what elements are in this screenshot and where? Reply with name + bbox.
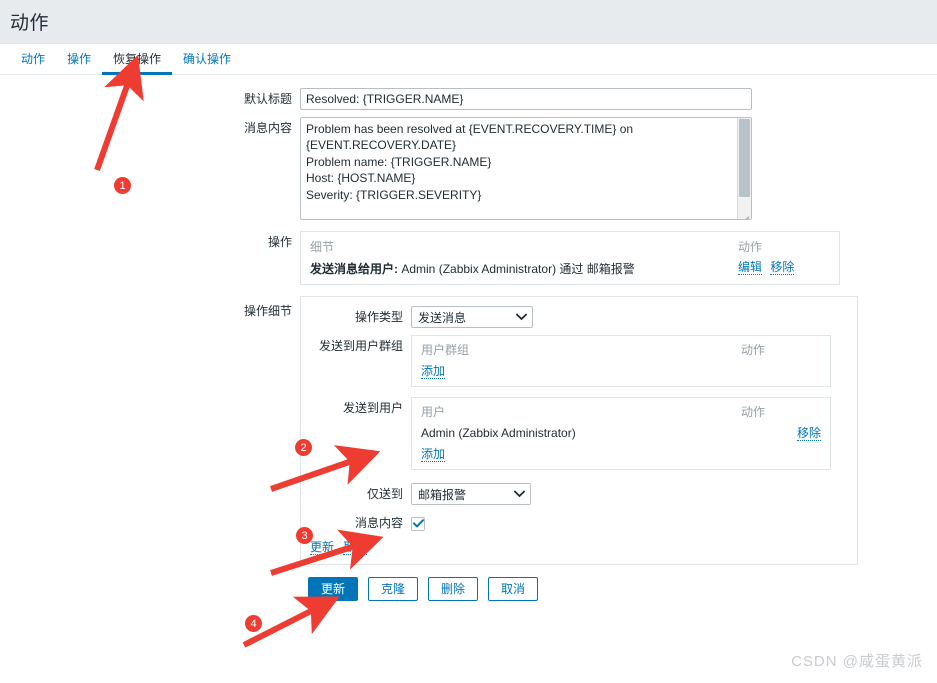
field-send-only-to: 仅送到 邮箱报警 <box>301 483 857 505</box>
chevron-down-icon <box>514 490 525 498</box>
users-empty-cell <box>741 447 821 462</box>
operation-type-select[interactable]: 发送消息 <box>411 306 533 328</box>
operations-col-action: 动作 <box>738 240 763 254</box>
users-add-cell: 添加 <box>421 447 741 462</box>
operation-details-panel: 操作类型 发送消息 发送到用户群组 用户群组 动作 添加 发送到用户 用户 动作… <box>300 296 858 565</box>
page-header: 动作 <box>0 0 937 44</box>
operations-label: 操作 <box>267 235 292 249</box>
annotation-badge-4: 4 <box>245 615 262 632</box>
footer-buttons: 更新 克隆 删除 取消 <box>0 577 937 601</box>
table-row: Admin (Zabbix Administrator) 移除 <box>421 426 821 447</box>
default-subject-label: 默认标题 <box>243 92 292 106</box>
add-user-group-link[interactable]: 添加 <box>421 364 446 379</box>
operations-panel: 细节 动作 发送消息给用户: Admin (Zabbix Administrat… <box>300 231 840 285</box>
operation-details-actions: 更新 取消 <box>301 540 857 555</box>
default-subject-input[interactable] <box>300 88 752 110</box>
delete-button[interactable]: 删除 <box>428 577 479 601</box>
operation-type-label: 操作类型 <box>354 310 403 324</box>
cancel-button[interactable]: 取消 <box>488 577 539 601</box>
field-operations: 操作 细节 动作 发送消息给用户: Admin (Zabbix Administ… <box>0 231 937 285</box>
page-title: 动作 <box>10 13 50 34</box>
user-groups-col-name: 用户群组 <box>421 343 470 357</box>
chevron-down-icon <box>516 313 527 321</box>
field-default-subject: 默认标题 <box>0 88 937 110</box>
operation-type-value: 发送消息 <box>418 310 467 325</box>
user-groups-empty-cell <box>741 364 821 379</box>
operation-detail-rest: Admin (Zabbix Administrator) 通过 邮箱报警 <box>401 262 635 276</box>
edit-link[interactable]: 编辑 <box>738 260 763 275</box>
annotation-arrow-4 <box>242 596 340 648</box>
add-user-link[interactable]: 添加 <box>421 447 446 462</box>
message-content-checkbox[interactable] <box>411 516 425 531</box>
operation-cancel-link[interactable]: 取消 <box>343 540 368 555</box>
tab-acknowledge-operations[interactable]: 确认操作 <box>172 44 242 75</box>
users-col-name: 用户 <box>421 405 446 419</box>
message-textarea[interactable]: Problem has been resolved at {EVENT.RECO… <box>300 117 752 220</box>
users-table: 用户 动作 Admin (Zabbix Administrator) 移除 添加 <box>421 403 821 462</box>
message-textarea-text: Problem has been resolved at {EVENT.RECO… <box>306 122 634 202</box>
operations-table: 细节 动作 发送消息给用户: Admin (Zabbix Administrat… <box>310 238 830 277</box>
operations-col-detail: 细节 <box>310 240 335 254</box>
table-header-row: 用户群组 动作 <box>421 341 821 364</box>
send-only-to-label: 仅送到 <box>366 487 403 501</box>
send-to-users-label: 发送到用户 <box>342 401 403 415</box>
user-name-cell: Admin (Zabbix Administrator) <box>421 426 576 440</box>
watermark: CSDN @咸蛋黄派 <box>791 653 923 670</box>
message-textarea-scroll-thumb[interactable] <box>739 119 750 197</box>
send-only-to-select[interactable]: 邮箱报警 <box>411 483 531 505</box>
user-groups-table: 用户群组 动作 添加 <box>421 341 821 379</box>
user-groups-col-action: 动作 <box>741 343 766 357</box>
table-row: 发送消息给用户: Admin (Zabbix Administrator) 通过… <box>310 260 830 277</box>
tab-operations[interactable]: 操作 <box>56 44 102 75</box>
form-area: 默认标题 消息内容 Problem has been resolved at {… <box>0 75 937 601</box>
remove-link[interactable]: 移除 <box>770 260 795 275</box>
tab-bar: 动作 操作 恢复操作 确认操作 <box>0 44 937 75</box>
operation-detail-bold: 发送消息给用户: <box>310 262 398 276</box>
field-message-content: 消息内容 <box>301 512 857 534</box>
operation-action-cell: 编辑 移除 <box>738 260 830 277</box>
operation-update-link[interactable]: 更新 <box>310 540 335 555</box>
field-send-to-users: 发送到用户 用户 动作 Admin (Zabbix Administrator) <box>301 397 857 470</box>
field-send-to-user-groups: 发送到用户群组 用户群组 动作 添加 <box>301 335 857 387</box>
remove-user-link[interactable]: 移除 <box>796 426 821 441</box>
message-label: 消息内容 <box>243 121 292 135</box>
users-col-action: 动作 <box>741 405 766 419</box>
resize-grip-icon[interactable] <box>739 207 750 219</box>
field-message: 消息内容 Problem has been resolved at {EVENT… <box>0 117 937 220</box>
field-operation-type: 操作类型 发送消息 <box>301 306 857 328</box>
operation-details-label: 操作细节 <box>243 304 292 318</box>
field-operation-details: 操作细节 操作类型 发送消息 发送到用户群组 用户群组 动作 添加 发送到用户 … <box>0 296 937 565</box>
operation-detail-cell: 发送消息给用户: Admin (Zabbix Administrator) 通过… <box>310 260 738 277</box>
table-header-row: 细节 动作 <box>310 238 830 260</box>
user-action-cell: 移除 <box>741 426 821 447</box>
send-only-to-value: 邮箱报警 <box>418 487 467 502</box>
table-row: 添加 <box>421 447 821 462</box>
table-header-row: 用户 动作 <box>421 403 821 426</box>
clone-button[interactable]: 克隆 <box>368 577 419 601</box>
message-textarea-scrollbar[interactable] <box>737 118 751 219</box>
send-to-user-groups-label: 发送到用户群组 <box>318 339 403 353</box>
user-groups-panel: 用户群组 动作 添加 <box>411 335 831 387</box>
tab-recovery-operations[interactable]: 恢复操作 <box>102 44 173 75</box>
update-button[interactable]: 更新 <box>308 577 359 601</box>
table-row: 添加 <box>421 364 821 379</box>
message-content-label: 消息内容 <box>354 516 403 530</box>
user-groups-add-cell: 添加 <box>421 364 741 379</box>
users-panel: 用户 动作 Admin (Zabbix Administrator) 移除 添加 <box>411 397 831 470</box>
tab-action[interactable]: 动作 <box>10 44 56 75</box>
check-icon <box>412 519 424 528</box>
